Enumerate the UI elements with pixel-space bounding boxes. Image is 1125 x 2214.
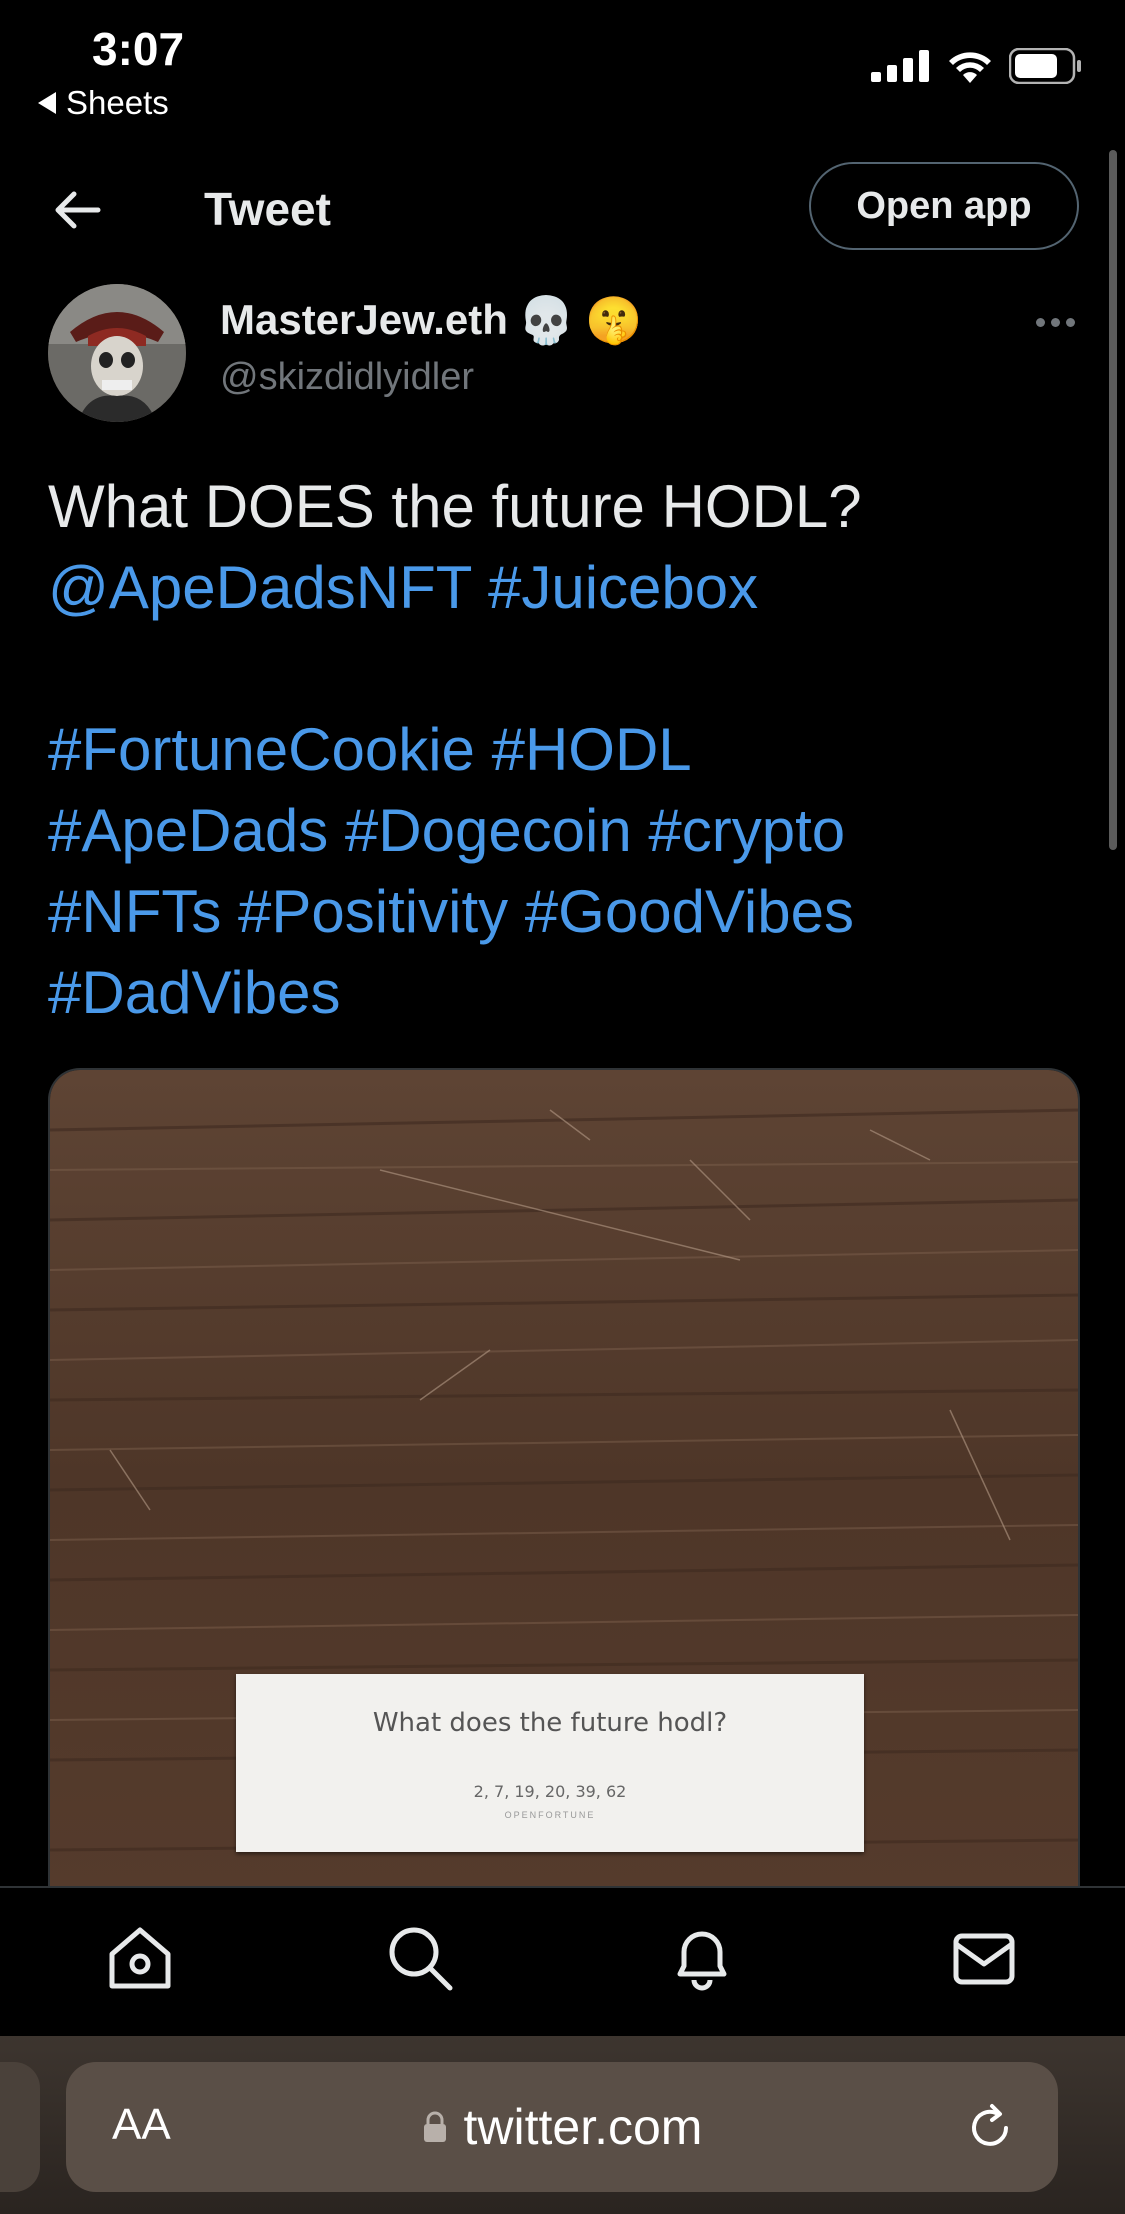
fortune-brand: OPENFORTUNE <box>504 1810 596 1820</box>
hashtag-link[interactable]: #Positivity <box>238 878 508 945</box>
scrollbar[interactable] <box>1109 150 1117 850</box>
lock-icon <box>423 2111 446 2142</box>
mention-link[interactable]: @ApeDadsNFT <box>48 554 471 621</box>
messages-icon[interactable] <box>948 1922 1020 1994</box>
url-display[interactable]: twitter.com <box>66 2098 1058 2156</box>
tweet-line: What DOES the future HODL? <box>48 473 862 540</box>
status-bar: 3:07 Sheets <box>0 0 1125 130</box>
back-triangle-icon <box>38 92 56 114</box>
author-display-name: MasterJew.eth <box>220 296 508 343</box>
url-text: twitter.com <box>463 2099 703 2155</box>
back-app-label: Sheets <box>66 84 169 121</box>
hashtag-link[interactable]: #GoodVibes <box>525 878 854 945</box>
search-icon[interactable] <box>384 1922 456 1994</box>
hashtag-link[interactable]: #Juicebox <box>488 554 758 621</box>
hashtag-link[interactable]: #FortuneCookie <box>48 716 475 783</box>
back-arrow-icon[interactable] <box>48 182 104 238</box>
browser-toolbar: AA twitter.com <box>0 2036 1125 2214</box>
back-to-app-button[interactable]: Sheets <box>38 84 169 122</box>
reload-icon[interactable] <box>962 2100 1018 2156</box>
hashtag-link[interactable]: #DadVibes <box>48 959 340 1026</box>
bottom-nav <box>0 1886 1125 2038</box>
avatar[interactable] <box>48 284 186 422</box>
hashtag-link[interactable]: #crypto <box>648 797 845 864</box>
home-icon[interactable] <box>104 1922 176 1994</box>
more-options-icon[interactable] <box>1036 318 1075 327</box>
shushing-face-emoji-icon: 🤫 <box>585 294 643 346</box>
previous-tab[interactable] <box>0 2062 40 2192</box>
status-icons <box>871 48 1083 84</box>
tweet-media-image[interactable]: What does the future hodl? 2, 7, 19, 20,… <box>48 1068 1080 1890</box>
hashtag-link[interactable]: #ApeDads <box>48 797 328 864</box>
hashtag-link[interactable]: #HODL <box>492 716 692 783</box>
author-name[interactable]: MasterJew.eth 💀 🤫 <box>220 296 642 344</box>
battery-icon <box>1009 48 1081 84</box>
cellular-signal-icon <box>871 50 929 82</box>
notifications-icon[interactable] <box>666 1922 738 1994</box>
tweet-header: Tweet Open app <box>0 150 1125 270</box>
hashtag-link[interactable]: #Dogecoin <box>345 797 632 864</box>
lucky-numbers: 2, 7, 19, 20, 39, 62 <box>473 1782 627 1801</box>
status-time: 3:07 <box>92 23 185 75</box>
page-title: Tweet <box>204 183 331 235</box>
wifi-icon <box>949 52 991 83</box>
fortune-paper: What does the future hodl? 2, 7, 19, 20,… <box>236 1674 864 1852</box>
author-handle[interactable]: @skizdidlyidler <box>220 356 474 399</box>
open-app-button[interactable]: Open app <box>809 162 1079 250</box>
hashtag-link[interactable]: #NFTs <box>48 878 221 945</box>
avatar-image <box>48 284 186 422</box>
fortune-text: What does the future hodl? <box>372 1708 728 1738</box>
skull-emoji-icon: 💀 <box>517 294 576 346</box>
address-bar[interactable]: AA twitter.com <box>66 2062 1058 2192</box>
tweet-text: What DOES the future HODL? @ApeDadsNFT #… <box>48 466 1078 1033</box>
